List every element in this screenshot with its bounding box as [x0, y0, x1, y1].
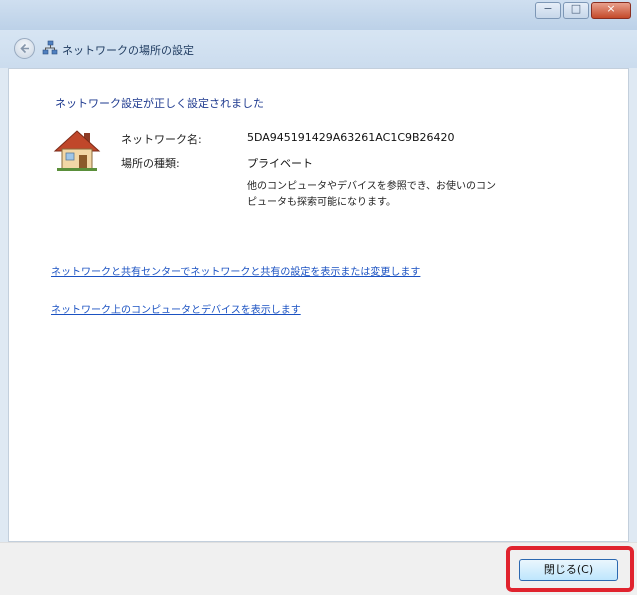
location-type-label: 場所の種類: — [121, 157, 180, 170]
location-type-value: プライベート — [247, 157, 313, 170]
house-icon — [53, 130, 101, 171]
view-computers-link[interactable]: ネットワーク上のコンピュータとデバイスを表示します — [51, 301, 301, 316]
close-icon: × — [606, 2, 616, 15]
dialog-window: − □ × ネットワークの場所の設定 ネットワーク設定が正しく設定されました ネ… — [0, 0, 637, 595]
close-window-button[interactable]: × — [591, 2, 631, 19]
back-arrow-icon — [20, 43, 29, 54]
location-description: 他のコンピュータやデバイスを参照でき、お使いのコンピュータも探索可能になります。 — [247, 181, 496, 208]
network-icon — [42, 40, 58, 55]
minimize-button[interactable]: − — [535, 2, 561, 19]
title-bar[interactable]: − □ × — [0, 0, 637, 30]
navigation-bar: ネットワークの場所の設定 — [0, 30, 637, 68]
sharing-center-link[interactable]: ネットワークと共有センターでネットワークと共有の設定を表示または変更します — [51, 265, 499, 281]
caption-buttons: − □ × — [535, 2, 631, 19]
content-panel: ネットワーク設定が正しく設定されました ネットワーク名: 5DA94519142… — [8, 68, 629, 542]
minimize-icon: − — [543, 2, 553, 15]
maximize-icon: □ — [570, 2, 582, 15]
back-button[interactable] — [14, 38, 35, 59]
main-instruction: ネットワーク設定が正しく設定されました — [55, 97, 264, 110]
close-button[interactable]: 閉じる(C) — [519, 559, 618, 581]
network-name-value: 5DA945191429A63261AC1C9B26420 — [247, 131, 455, 144]
network-name-label: ネットワーク名: — [121, 133, 202, 146]
page-title: ネットワークの場所の設定 — [62, 44, 194, 57]
maximize-button[interactable]: □ — [563, 2, 589, 19]
